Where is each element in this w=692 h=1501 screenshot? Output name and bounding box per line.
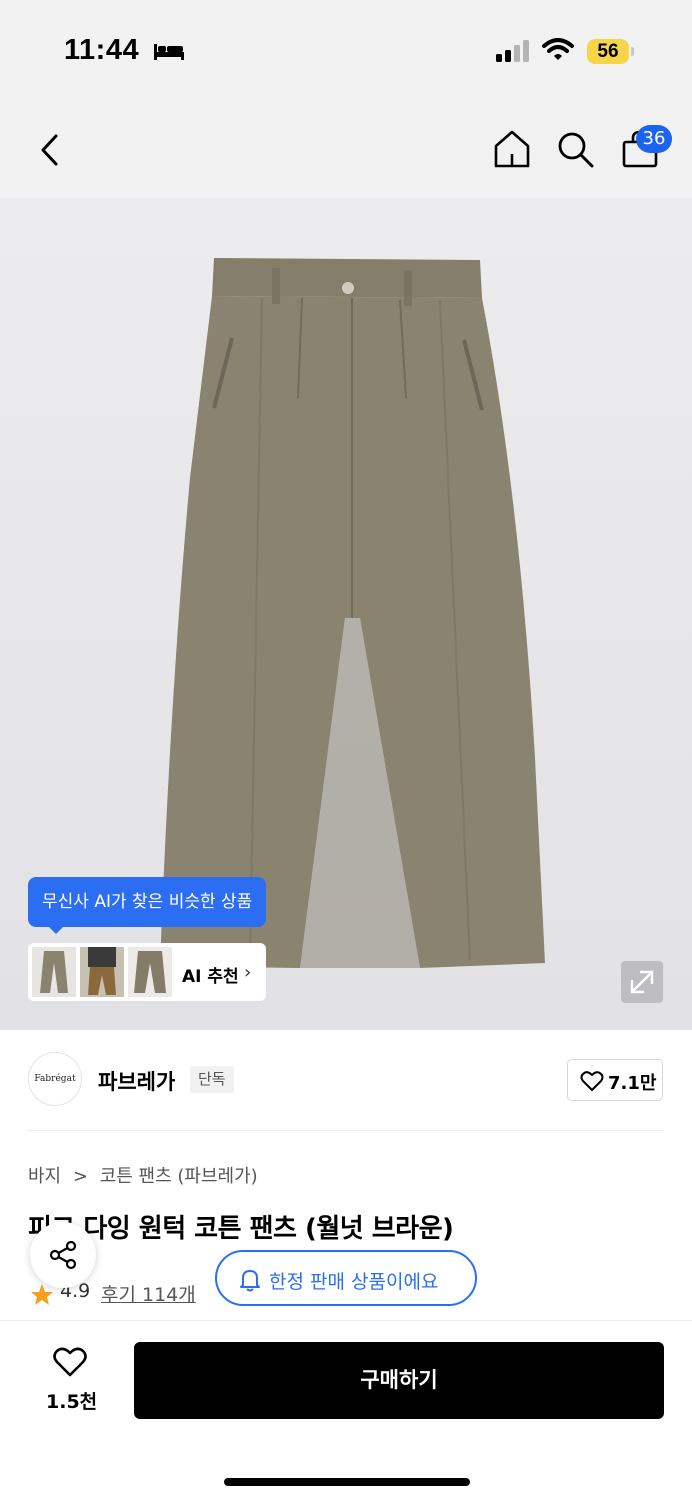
ai-similar-bubble[interactable]: 무신사 AI가 찾은 비슷한 상품 — [28, 877, 267, 927]
ai-thumb-3[interactable] — [128, 947, 172, 997]
cart-count-badge: 36 — [636, 125, 672, 153]
bed-icon — [154, 44, 184, 60]
battery-nub — [631, 47, 634, 56]
divider — [28, 1130, 664, 1131]
buy-button[interactable]: 구매하기 — [134, 1342, 664, 1419]
star-icon — [31, 1284, 53, 1305]
breadcrumb-subcategory[interactable]: 코튼 팬츠 (파브레가) — [100, 1166, 258, 1187]
breadcrumb-category[interactable]: 바지 — [28, 1166, 61, 1187]
wishlist-count: 1.5천 — [46, 1391, 98, 1413]
battery-icon: 56 — [587, 39, 629, 64]
home-indicator[interactable] — [224, 1478, 470, 1486]
brand-like-count: 7.1만 — [608, 1073, 657, 1094]
back-icon[interactable] — [36, 132, 62, 168]
limited-sale-label: 한정 판매 상품이에요 — [269, 1271, 439, 1293]
breadcrumb: 바지 > 코튼 팬츠 (파브레가) — [28, 1162, 258, 1188]
brand-name[interactable]: 파브레가 — [98, 1066, 175, 1096]
home-icon[interactable] — [492, 128, 532, 170]
heart-icon — [580, 1071, 604, 1091]
signal-icon — [496, 40, 529, 62]
wifi-icon — [542, 38, 574, 60]
status-time: 11:44 — [64, 34, 140, 66]
ai-thumb-2[interactable] — [80, 947, 124, 997]
brand-logo[interactable]: Fabrégat — [28, 1052, 82, 1106]
wishlist-heart-icon[interactable] — [52, 1346, 88, 1378]
ai-recommend-label[interactable]: AI 추천 — [182, 962, 239, 987]
expand-icon[interactable] — [621, 961, 663, 1003]
share-button[interactable] — [30, 1222, 96, 1288]
chevron-right-icon[interactable]: › — [244, 962, 251, 983]
ai-bubble-tail — [48, 926, 64, 934]
share-icon — [49, 1240, 77, 1270]
exclusive-tag: 단독 — [190, 1066, 234, 1093]
limited-sale-badge[interactable]: 한정 판매 상품이에요 — [215, 1250, 477, 1306]
brand-like-button[interactable]: 7.1만 — [567, 1059, 663, 1101]
search-icon[interactable] — [556, 130, 596, 170]
ai-thumb-1[interactable] — [32, 947, 76, 997]
review-link[interactable]: 후기 114개 — [101, 1280, 196, 1307]
bell-icon — [240, 1270, 260, 1292]
breadcrumb-separator: > — [72, 1166, 88, 1187]
